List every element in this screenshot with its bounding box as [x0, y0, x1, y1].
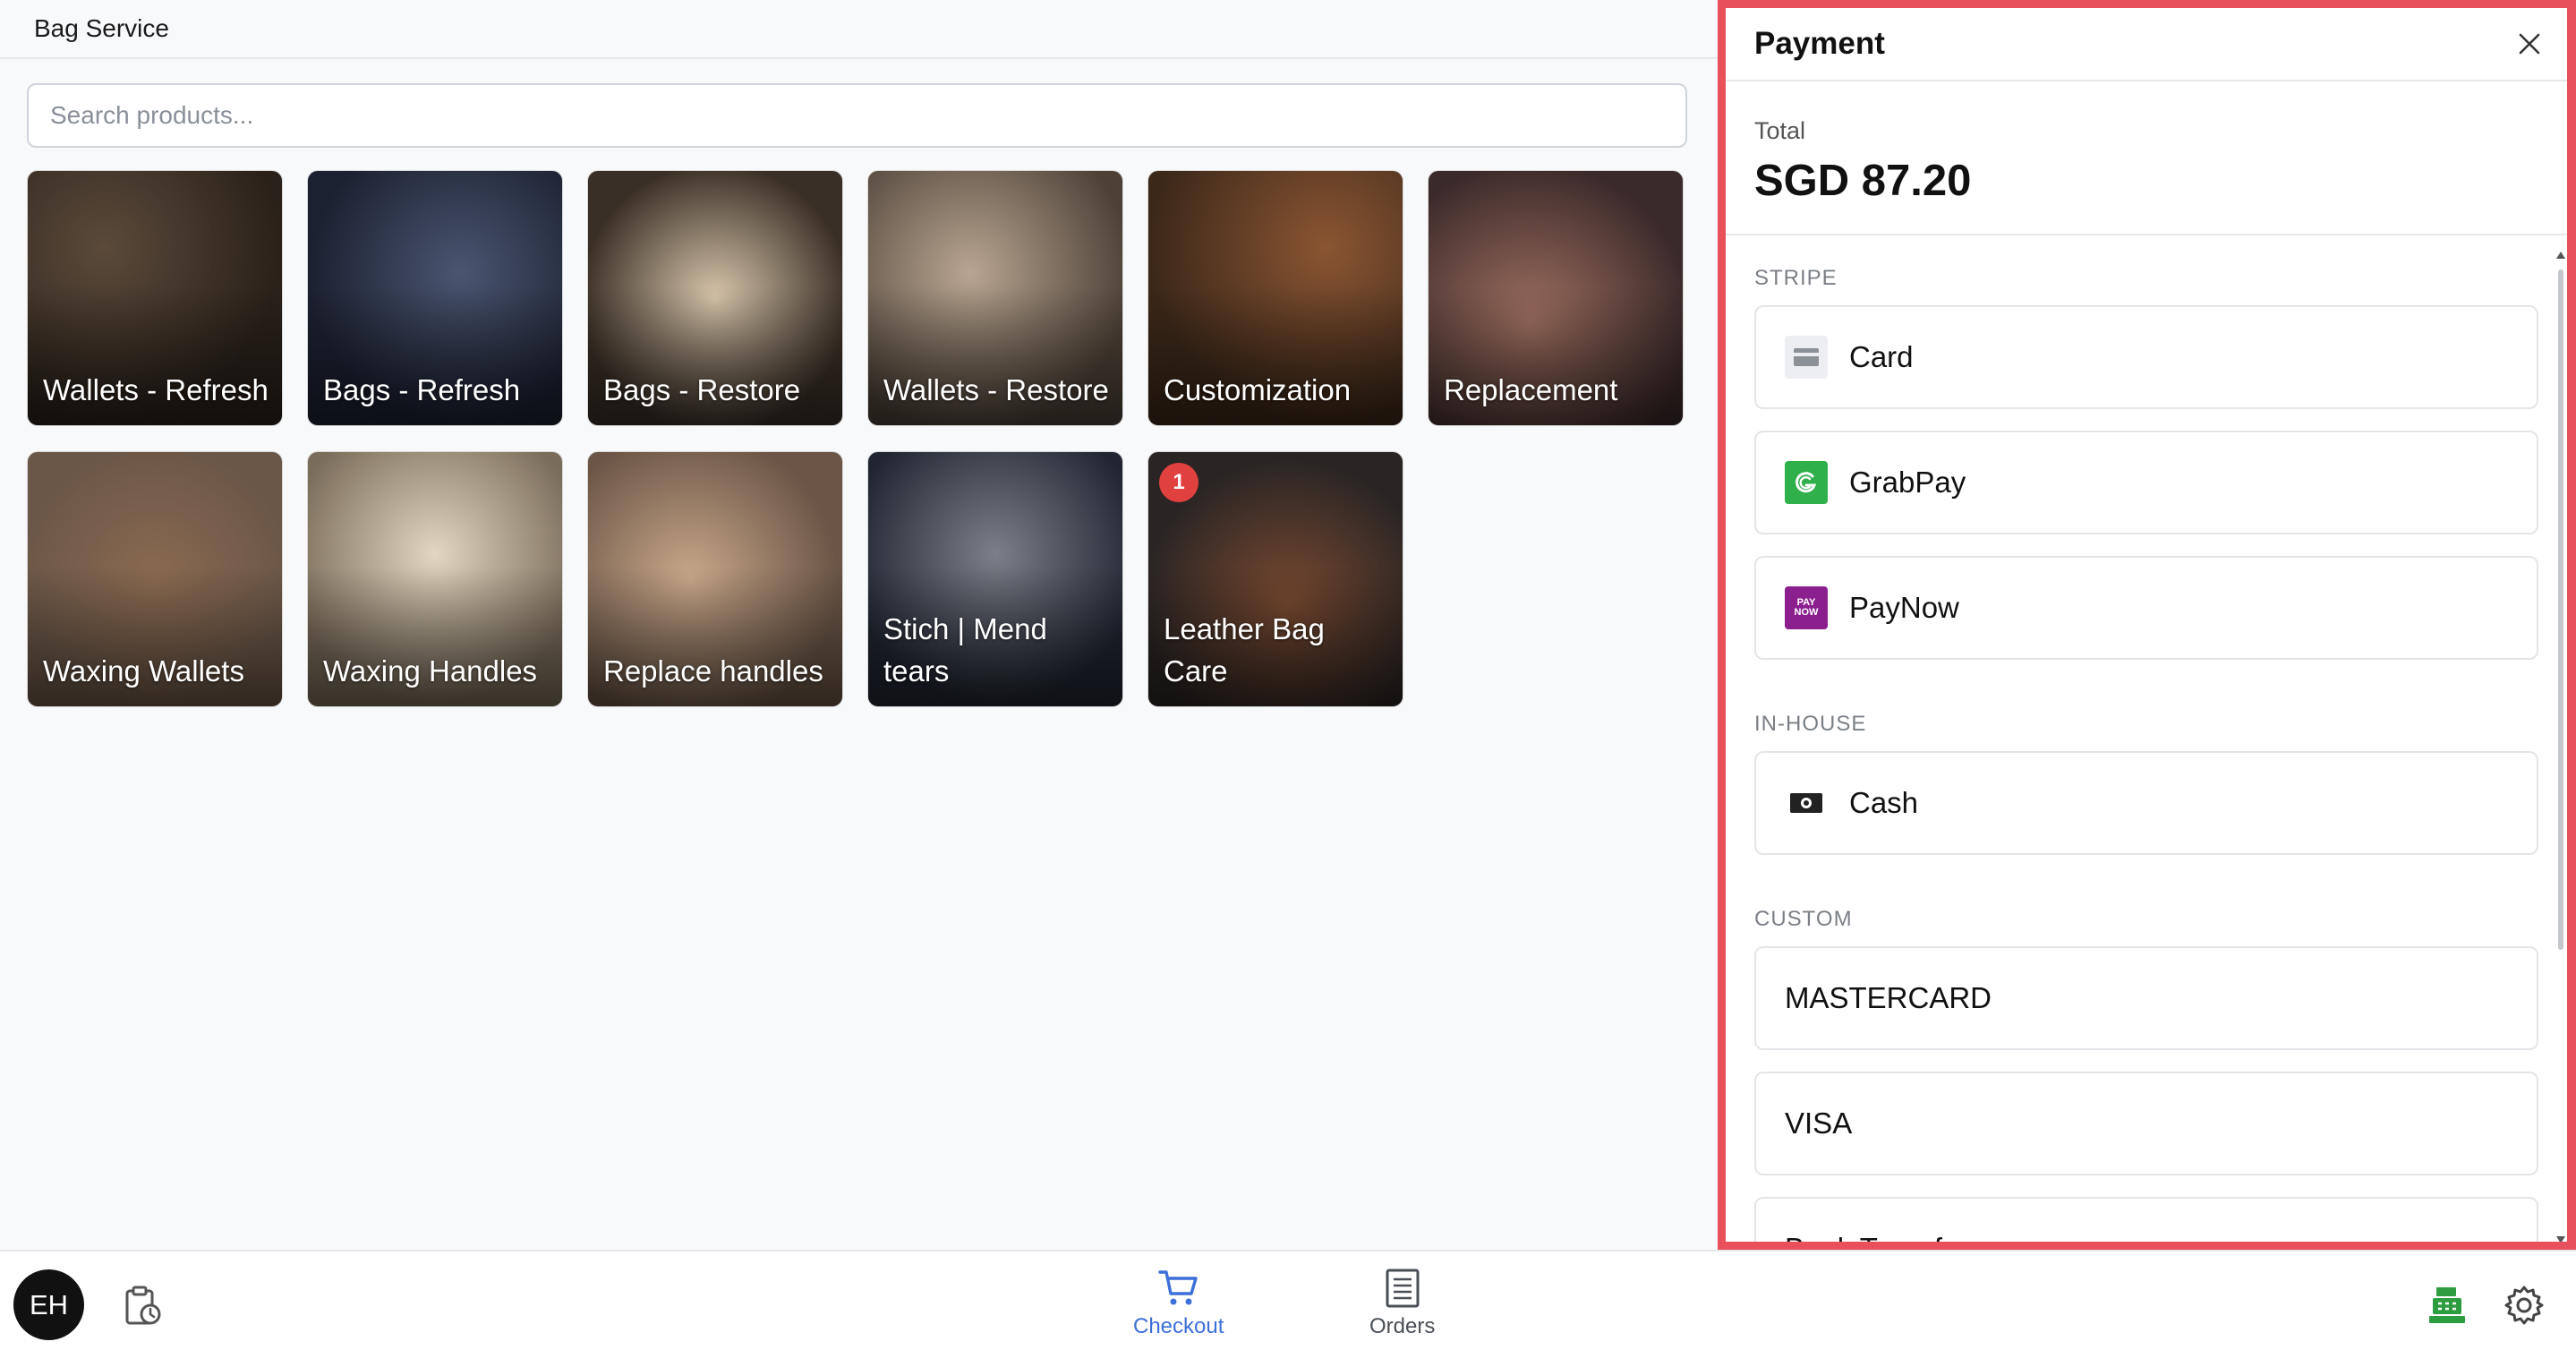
- product-tile-waxing-handles[interactable]: Waxing Handles: [307, 451, 563, 707]
- payment-method-grabpay[interactable]: GrabPay: [1754, 431, 2538, 534]
- cart-count-badge: 1: [1159, 463, 1198, 502]
- product-label: Bags - Refresh: [323, 373, 521, 406]
- product-label: Wallets - Restore: [883, 373, 1109, 406]
- clipboard-clock-icon[interactable]: [120, 1284, 165, 1329]
- product-label: Wallets - Refresh: [43, 373, 269, 406]
- bottom-bar: EH Checkout Orders: [0, 1250, 2576, 1350]
- top-bar: Bag Service: [0, 0, 1718, 59]
- payment-panel: Payment Total SGD 87.20 STRIPE Card Grab…: [1718, 0, 2576, 1250]
- payment-method-visa[interactable]: VISA: [1754, 1072, 2538, 1175]
- product-tile-bags-refresh[interactable]: Bags - Refresh: [307, 170, 563, 426]
- search-input[interactable]: [27, 83, 1687, 148]
- app-title: Bag Service: [34, 14, 169, 42]
- payment-method-paynow[interactable]: PAY NOW PayNow: [1754, 556, 2538, 660]
- payment-method-label: Card: [1849, 340, 1914, 373]
- product-label: Bags - Restore: [603, 373, 801, 406]
- total-box: Total SGD 87.20: [1726, 81, 2567, 235]
- product-grid: Wallets - Refresh Bags - Refresh Bags - …: [27, 170, 1684, 707]
- product-label: Replacement: [1444, 373, 1618, 406]
- cash-icon: [1785, 782, 1828, 825]
- grabpay-icon: [1785, 461, 1828, 504]
- payment-method-cash[interactable]: Cash: [1754, 751, 2538, 855]
- product-tile-wallets-restore[interactable]: Wallets - Restore: [867, 170, 1123, 426]
- payment-method-label: MASTERCARD: [1785, 981, 1992, 1014]
- paynow-icon: PAY NOW: [1785, 586, 1828, 629]
- section-heading-inhouse: IN-HOUSE: [1754, 712, 1867, 736]
- cart-icon: [1157, 1270, 1198, 1305]
- product-label: Waxing Wallets: [43, 654, 244, 688]
- nav-label: Orders: [1369, 1314, 1436, 1338]
- product-tile-wallets-refresh[interactable]: Wallets - Refresh: [27, 170, 283, 426]
- payment-methods: STRIPE Card GrabPay PAY NOW PayNow IN-HO…: [1726, 235, 2567, 1250]
- product-tile-stich-mend-tears[interactable]: Stich | Mend tears: [867, 451, 1123, 707]
- product-tile-customization[interactable]: Customization: [1147, 170, 1403, 426]
- product-label: Stich | Mend tears: [883, 612, 1047, 688]
- scrollbar[interactable]: [2558, 269, 2563, 950]
- section-heading-custom: CUSTOM: [1754, 907, 1853, 931]
- payment-method-label: GrabPay: [1849, 466, 1966, 499]
- product-tile-leather-bag-care[interactable]: 1 Leather Bag Care: [1147, 451, 1403, 707]
- payment-method-card[interactable]: Card: [1754, 305, 2538, 409]
- payment-method-label: Bank Transfer: [1785, 1232, 1969, 1250]
- product-tile-replacement[interactable]: Replacement: [1428, 170, 1684, 426]
- total-label: Total: [1754, 117, 1806, 144]
- product-label: Leather Bag Care: [1164, 612, 1325, 688]
- payment-method-bank-transfer[interactable]: Bank Transfer: [1754, 1197, 2538, 1250]
- nav-checkout[interactable]: Checkout: [1133, 1268, 1224, 1339]
- product-tile-replace-handles[interactable]: Replace handles: [587, 451, 843, 707]
- payment-header: Payment: [1726, 8, 2567, 81]
- payment-method-mastercard[interactable]: MASTERCARD: [1754, 946, 2538, 1050]
- product-label: Waxing Handles: [323, 654, 538, 688]
- product-label: Customization: [1164, 373, 1352, 406]
- close-icon[interactable]: [2510, 24, 2549, 64]
- section-heading-stripe: STRIPE: [1754, 266, 1838, 290]
- product-tile-bags-restore[interactable]: Bags - Restore: [587, 170, 843, 426]
- payment-title: Payment: [1754, 26, 1885, 61]
- scroll-down-arrow[interactable]: [2556, 1236, 2565, 1242]
- payment-method-label: VISA: [1785, 1106, 1853, 1140]
- orders-icon: [1386, 1269, 1420, 1308]
- payment-method-label: PayNow: [1849, 591, 1959, 624]
- scroll-up-arrow[interactable]: [2556, 252, 2565, 259]
- avatar[interactable]: EH: [13, 1269, 84, 1340]
- product-tile-waxing-wallets[interactable]: Waxing Wallets: [27, 451, 283, 707]
- nav-orders[interactable]: Orders: [1369, 1268, 1435, 1339]
- cash-register-icon[interactable]: [2426, 1284, 2469, 1327]
- card-icon: [1785, 336, 1828, 379]
- nav-label: Checkout: [1133, 1314, 1224, 1338]
- gear-icon[interactable]: [2503, 1284, 2546, 1327]
- product-pane: Bag Service Wallets - Refresh Bags - Ref…: [0, 0, 1718, 1250]
- total-amount: SGD 87.20: [1754, 157, 1972, 205]
- product-label: Replace handles: [603, 654, 823, 688]
- payment-method-label: Cash: [1849, 786, 1919, 819]
